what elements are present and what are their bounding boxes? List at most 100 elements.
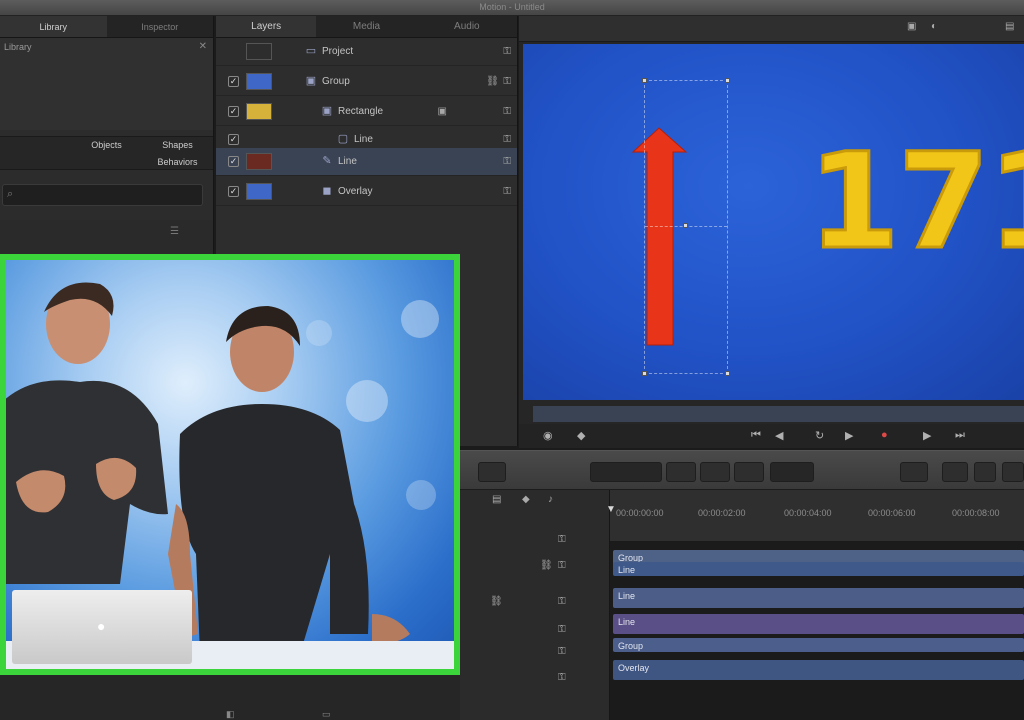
lock-icon[interactable]: ⚿ [558,672,566,683]
list-view-icon[interactable]: ☰ [170,226,179,237]
transform-handle[interactable] [642,371,647,376]
generators-button[interactable] [942,462,968,482]
counter-text[interactable]: 171 [807,135,1024,270]
layer-row[interactable]: ✓ ▣ Group ⚿ ⛓ [216,68,517,96]
transform-handle[interactable] [642,78,647,83]
link-icon[interactable]: ⛓ [540,560,553,571]
lock-icon[interactable]: ⚿ [503,156,511,167]
layer-thumbnail [246,183,272,200]
render-options-icon[interactable]: ◐ [931,21,937,32]
layer-visibility-checkbox[interactable]: ✓ [228,134,239,145]
layer-row[interactable]: ✓ ◼ Overlay ⚿ [216,178,517,206]
record-button-icon[interactable]: ● [881,429,888,441]
step-back-icon[interactable]: ◀ [775,429,783,442]
timeline-track-bar[interactable]: Overlay [613,660,1024,680]
timeline-track-bar[interactable]: Line [613,562,1024,576]
marker-icon[interactable]: ◆ [577,429,585,442]
layer-row[interactable]: ✓ ✎ Line ⚿ [216,148,517,176]
layer-thumbnail [246,103,272,120]
lock-icon[interactable]: ⚿ [503,106,511,117]
presenter-video-overlay: ● [0,254,460,675]
layer-label: Group [322,76,350,87]
timeline-ruler[interactable]: ▼ 00:00:00:00 00:00:02:00 00:00:04:00 00… [606,490,1024,542]
lock-icon[interactable]: ⚿ [558,560,566,571]
layer-visibility-checkbox[interactable]: ✓ [228,106,239,117]
tab-media[interactable]: Media [316,16,416,37]
lib-tab-objects[interactable]: Objects [71,137,142,154]
lock-icon[interactable]: ⚿ [503,186,511,197]
lib-tab-a[interactable] [0,137,71,154]
lock-icon[interactable]: ⚿ [503,76,511,87]
lib-tab-c[interactable] [71,154,142,171]
go-to-start-icon[interactable]: ⏮ [751,429,761,442]
view-tool-button[interactable] [590,462,662,482]
library-tabbar: Library Inspector [0,16,213,38]
timeline-track-bar[interactable]: Group [613,638,1024,652]
zoom-slider-icon[interactable]: ▭ [322,709,331,720]
play-icon[interactable]: ▶ [845,429,853,442]
ruler-tick: 00:00:04:00 [784,508,832,518]
audio-icon[interactable]: ♪ [548,494,553,505]
lock-icon[interactable]: ⚿ [558,534,566,545]
mini-timeline[interactable] [533,406,1024,422]
zoom-icon[interactable]: ◧ [226,709,235,720]
apple-logo-icon: ● [97,618,106,634]
loop-icon[interactable]: ↻ [815,429,824,442]
mask-icon[interactable]: ▣ [438,106,447,117]
canvas[interactable]: 171 [523,44,1024,400]
selection-bounding-box[interactable] [642,78,730,376]
lib-tab-b[interactable] [0,154,71,171]
ruler-tick: 00:00:08:00 [952,508,1000,518]
transform-handle[interactable] [725,78,730,83]
close-icon[interactable]: ✕ [199,41,207,52]
step-forward-icon[interactable]: ▶ [923,429,931,442]
search-icon: ⌕ [7,188,14,200]
layer-visibility-checkbox[interactable]: ✓ [228,186,239,197]
tab-audio[interactable]: Audio [417,16,517,37]
tab-inspector[interactable]: Inspector [107,16,214,37]
record-icon[interactable]: ◉ [543,429,553,442]
library-panel: Library Inspector Library ✕ Objects Shap… [0,16,214,266]
go-to-end-icon[interactable]: ⏭ [955,429,965,442]
text-tool-button[interactable] [734,462,764,482]
viewer-toolbar: ▣ ◐ ▤ [519,16,1024,42]
keyframe-icon[interactable]: ◆ [522,494,530,505]
layer-visibility-checkbox[interactable]: ✓ [228,76,239,87]
layer-row[interactable]: ✓ ▣ Rectangle ⚿ ▣ [216,98,517,126]
transform-handle[interactable] [725,371,730,376]
tab-library[interactable]: Library [0,16,107,37]
timeline-track-bar[interactable]: Line [613,588,1024,608]
ruler-tick: 00:00:06:00 [868,508,916,518]
anchor-point[interactable] [683,223,688,228]
add-behavior-button[interactable] [770,462,814,482]
lock-icon[interactable]: ⚿ [503,134,511,145]
playhead-icon[interactable]: ▼ [606,504,616,515]
library-header: Library ✕ [0,38,213,130]
link-icon[interactable]: ⛓ [486,76,499,87]
lock-icon[interactable]: ⚿ [558,624,566,635]
lock-icon[interactable]: ⚿ [558,646,566,657]
tab-layers[interactable]: Layers [216,16,317,37]
lib-tab-shapes[interactable]: Shapes [142,137,213,154]
layer-visibility-checkbox[interactable]: ✓ [228,156,239,167]
film-icon: ▭ [305,45,317,57]
timeline-track-bar[interactable]: Line [613,614,1024,634]
share-button[interactable] [974,462,996,482]
bottom-status-strip: ◧ ▭ [0,675,460,720]
shape-tool-button[interactable] [666,462,696,482]
filters-button[interactable] [900,462,928,482]
library-search-input[interactable]: ⌕ [2,184,203,206]
link-icon[interactable]: ⛓ [490,596,503,607]
select-tool-button[interactable] [478,462,506,482]
layer-row[interactable]: ▭ Project ⚿ [216,38,517,66]
toolbar-more-button[interactable] [1002,462,1024,482]
mask-tool-button[interactable] [700,462,730,482]
lock-icon[interactable]: ⚿ [503,46,511,57]
layers-tabbar: Layers Media Audio [216,16,517,38]
lib-tab-behaviors[interactable]: Behaviors [142,154,213,171]
lock-icon[interactable]: ⚿ [558,596,566,607]
view-options-icon[interactable]: ▣ [907,21,916,32]
timeline-icon[interactable]: ▤ [492,494,501,505]
group-icon: ▣ [305,75,317,87]
layout-icon[interactable]: ▤ [1005,21,1014,32]
